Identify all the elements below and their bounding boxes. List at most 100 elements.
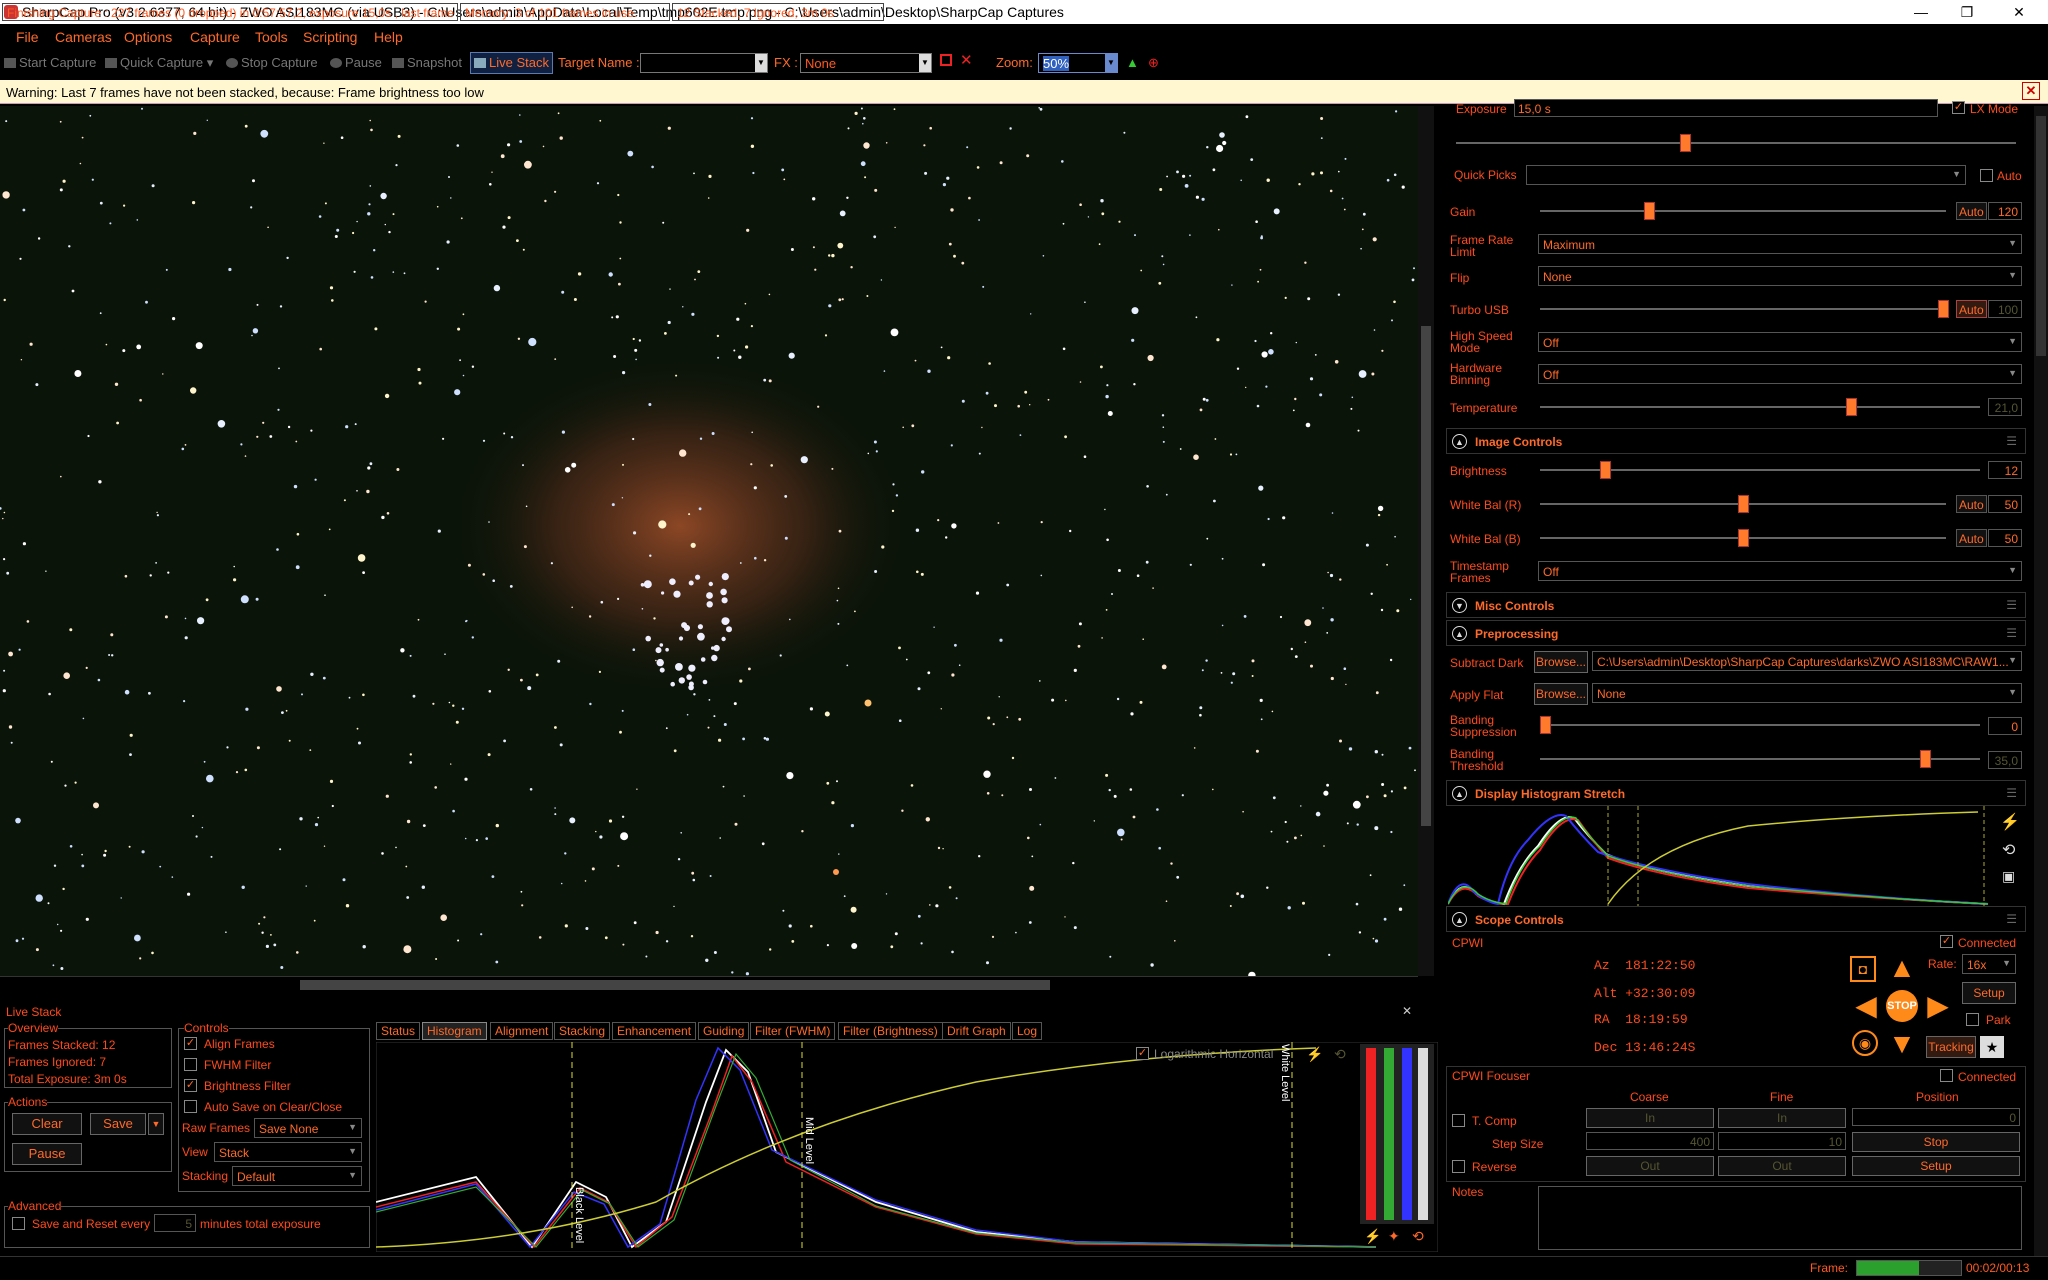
menu-cameras[interactable]: Cameras	[55, 29, 112, 45]
menu-help[interactable]: Help	[374, 29, 403, 45]
coarse-in-button[interactable]: In	[1586, 1108, 1714, 1128]
preprocessing-header[interactable]: ▲ Preprocessing ☰	[1446, 620, 2026, 646]
gain-slider[interactable]	[1540, 202, 1946, 220]
close-warning-button[interactable]: ✕	[2022, 82, 2040, 100]
minimize-button[interactable]: —	[1898, 0, 1944, 24]
arrow-right-icon[interactable]: ▶	[1922, 990, 1954, 1022]
high-speed-select[interactable]: Off ▼	[1538, 332, 2022, 352]
histogram-icon[interactable]: ▲	[1126, 55, 1139, 70]
horizontal-scroll-thumb[interactable]	[300, 980, 1050, 990]
tab-guiding[interactable]: Guiding	[698, 1022, 750, 1040]
turbo-usb-value[interactable]: 100	[1988, 300, 2022, 318]
brightness-slider[interactable]	[1540, 461, 1980, 479]
arrow-left-icon[interactable]: ◀	[1850, 990, 1882, 1022]
menu-tools[interactable]: Tools	[255, 29, 288, 45]
gain-auto-button[interactable]: Auto	[1956, 202, 1987, 220]
start-capture-button[interactable]: Start Capture	[4, 55, 96, 70]
live-stack-button[interactable]: Live Stack	[470, 52, 553, 74]
fine-step-value[interactable]: 10	[1718, 1132, 1846, 1150]
stacking-select[interactable]: Default ▼	[232, 1166, 362, 1186]
reset-levels-icon[interactable]: ⟲	[1412, 1228, 1424, 1245]
tcomp-checkbox[interactable]	[1452, 1114, 1465, 1127]
scope-stop-button[interactable]: STOP	[1886, 990, 1918, 1022]
panel-scrollbar[interactable]	[2034, 106, 2048, 1256]
menu-scripting[interactable]: Scripting	[303, 29, 357, 45]
spiral-search-icon[interactable]: ◘	[1850, 956, 1876, 982]
banding-suppression-thumb[interactable]	[1540, 716, 1551, 734]
green-level-slider[interactable]	[1384, 1048, 1394, 1220]
histogram-stretch-header[interactable]: ▲ Display Histogram Stretch ☰	[1446, 780, 2026, 806]
save-stretch-icon[interactable]: ▣	[2002, 868, 2015, 885]
clear-roi-icon[interactable]: ✕	[960, 51, 973, 69]
turbo-usb-slider[interactable]	[1540, 300, 1949, 318]
timestamp-select[interactable]: Off ▼	[1538, 561, 2022, 581]
image-viewer[interactable]	[0, 106, 1418, 976]
luminance-level-slider[interactable]	[1418, 1048, 1428, 1220]
auto-level-icon[interactable]: ⚡	[1364, 1228, 1381, 1245]
maximize-button[interactable]: ❐	[1944, 0, 1990, 24]
tab-histogram[interactable]: Histogram	[422, 1022, 487, 1040]
fwhm-filter-checkbox[interactable]	[184, 1058, 197, 1071]
select-roi-icon[interactable]	[940, 54, 952, 66]
quick-picks-select[interactable]: ▼	[1526, 165, 1966, 185]
binning-select[interactable]: Off ▼	[1538, 364, 2022, 384]
tab-alignment[interactable]: Alignment	[490, 1022, 554, 1040]
exposure-value[interactable]: 15,0 s	[1514, 99, 1938, 117]
misc-controls-header[interactable]: ▼ Misc Controls ☰	[1446, 592, 2026, 618]
banding-suppression-value[interactable]: 0	[1988, 717, 2022, 735]
focuser-stop-button[interactable]: Stop	[1852, 1132, 2020, 1152]
scope-controls-header[interactable]: ▲ Scope Controls ☰	[1446, 906, 2026, 932]
focuser-connected-checkbox[interactable]	[1940, 1069, 1953, 1082]
coarse-step-value[interactable]: 400	[1586, 1132, 1714, 1150]
arrow-up-icon[interactable]: ▲	[1886, 952, 1918, 984]
reset-icon[interactable]: ⟲	[1334, 1046, 1346, 1063]
reset-stretch-icon[interactable]: ⟲	[2002, 840, 2015, 860]
snapshot-button[interactable]: Snapshot	[392, 55, 462, 70]
flip-select[interactable]: None ▼	[1538, 266, 2022, 286]
wb-b-slider[interactable]	[1540, 529, 1946, 547]
banding-threshold-thumb[interactable]	[1920, 750, 1931, 768]
tab-status[interactable]: Status	[376, 1022, 421, 1040]
tab-filter-fwhm[interactable]: Filter (FWHM)	[750, 1022, 836, 1040]
rate-select[interactable]: 16x ▼	[1962, 954, 2016, 974]
pause-button[interactable]: Pause	[330, 55, 382, 70]
zoom-combo[interactable]: 50% ▼	[1038, 53, 1118, 73]
brightness-slider-thumb[interactable]	[1600, 461, 1611, 479]
exposure-slider-thumb[interactable]	[1680, 134, 1691, 152]
save-reset-minutes[interactable]: 5	[154, 1214, 196, 1232]
park-checkbox[interactable]	[1966, 1013, 1979, 1026]
target-name-combo[interactable]: ▼	[640, 53, 768, 73]
scope-setup-button[interactable]: Setup	[1962, 982, 2016, 1004]
banding-threshold-slider[interactable]	[1540, 750, 1980, 768]
brightness-value[interactable]: 12	[1988, 461, 2022, 479]
vertical-scrollbar[interactable]	[1418, 106, 1434, 976]
red-level-slider[interactable]	[1366, 1048, 1376, 1220]
tracking-button[interactable]: Tracking	[1926, 1036, 1976, 1058]
auto-stretch-icon[interactable]: ⚡	[1306, 1046, 1323, 1063]
tab-stacking[interactable]: Stacking	[554, 1022, 611, 1040]
frame-rate-select[interactable]: Maximum ▼	[1538, 234, 2022, 254]
flat-frame-select[interactable]: None ▼	[1592, 683, 2022, 703]
menu-icon[interactable]: ☰	[2006, 434, 2017, 448]
view-select[interactable]: Stack ▼	[214, 1142, 362, 1162]
arrow-down-icon[interactable]: ▼	[1886, 1028, 1918, 1060]
wb-b-slider-thumb[interactable]	[1738, 529, 1749, 547]
banding-threshold-value[interactable]: 35,0	[1988, 751, 2022, 769]
banding-suppression-slider[interactable]	[1540, 716, 1980, 734]
menu-capture[interactable]: Capture	[190, 29, 240, 45]
wb-r-slider-thumb[interactable]	[1738, 495, 1749, 513]
gain-value[interactable]: 120	[1988, 202, 2022, 220]
blue-level-slider[interactable]	[1402, 1048, 1412, 1220]
align-frames-checkbox[interactable]: ✓	[184, 1037, 197, 1050]
wb-b-auto-button[interactable]: Auto	[1956, 529, 1987, 547]
tab-filter-brightness[interactable]: Filter (Brightness)	[838, 1022, 943, 1040]
gain-slider-thumb[interactable]	[1644, 202, 1655, 220]
star-icon[interactable]: ★	[1980, 1036, 2004, 1058]
turbo-usb-slider-thumb[interactable]	[1938, 300, 1949, 318]
menu-file[interactable]: File	[16, 29, 39, 45]
auto-stretch-icon[interactable]: ⚡	[2000, 812, 2020, 832]
log-horizontal-checkbox[interactable]: ✓	[1136, 1047, 1149, 1060]
fine-out-button[interactable]: Out	[1718, 1156, 1846, 1176]
save-options-button[interactable]: ▼	[148, 1113, 164, 1135]
clear-button[interactable]: Clear	[12, 1113, 82, 1135]
